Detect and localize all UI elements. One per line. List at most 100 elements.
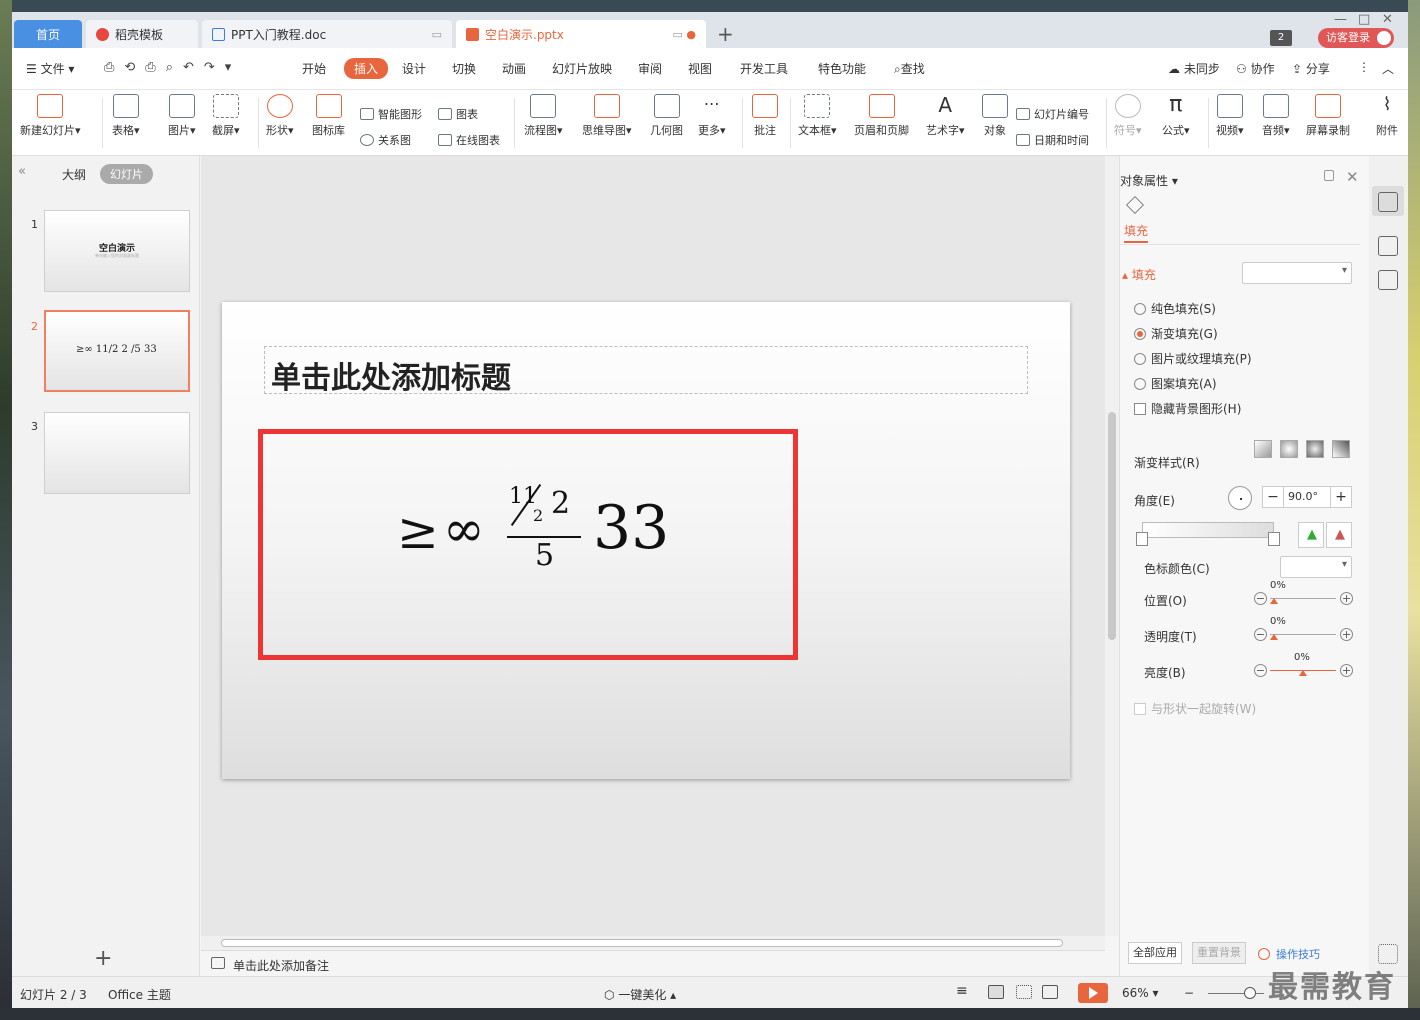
formula-object[interactable]: ≥ ∞ 11 2 2 5 33: [258, 429, 798, 660]
fill-section-header[interactable]: ▴ 填充: [1122, 266, 1156, 283]
tab-outline[interactable]: 大纲: [62, 166, 86, 183]
slide-thumbnail-1[interactable]: 空白演示 单击输入您的封面副标题: [44, 210, 190, 292]
delete-stop-button[interactable]: ▲: [1326, 522, 1352, 548]
menu-design[interactable]: 设计: [402, 60, 426, 77]
tab-writer-doc[interactable]: PPT入门教程.doc ▭: [202, 20, 452, 48]
radio-pattern-fill[interactable]: 图案填充(A): [1134, 375, 1217, 392]
menu-developer[interactable]: 开发工具: [740, 60, 788, 77]
slider-thumb[interactable]: [1299, 670, 1307, 676]
scroll-thumb[interactable]: [221, 939, 1063, 947]
minus-icon[interactable]: −: [1254, 664, 1267, 677]
formula-button[interactable]: π 公式▾: [1162, 94, 1190, 138]
datetime-button[interactable]: 日期和时间: [1016, 132, 1089, 148]
fill-color-dropdown[interactable]: [1242, 262, 1352, 284]
plus-icon[interactable]: +: [1340, 664, 1353, 677]
minus-icon[interactable]: −: [1254, 628, 1267, 641]
wordart-button[interactable]: A 艺术字▾: [926, 94, 965, 138]
comment-button[interactable]: 批注: [752, 94, 778, 138]
notes-toggle-icon[interactable]: ≡: [956, 984, 972, 999]
tab-home[interactable]: 首页: [14, 20, 82, 48]
object-button[interactable]: 对象: [982, 94, 1008, 138]
collab-button[interactable]: ⚇ 协作: [1236, 60, 1275, 77]
settings-sliders-icon[interactable]: [1378, 192, 1398, 212]
add-stop-button[interactable]: ▲: [1298, 522, 1324, 548]
scroll-thumb[interactable]: [1108, 412, 1116, 640]
gradient-stop-start[interactable]: [1136, 532, 1148, 546]
collapse-pane-icon[interactable]: «: [18, 164, 26, 179]
header-footer-button[interactable]: 页眉和页脚: [854, 94, 909, 138]
new-tab-icon[interactable]: +: [717, 24, 734, 44]
menu-animation[interactable]: 动画: [502, 60, 526, 77]
horizontal-scrollbar[interactable]: [201, 936, 1105, 950]
picture-button[interactable]: 图片▾: [168, 94, 196, 138]
online-chart-button[interactable]: 在线图表: [438, 132, 500, 148]
menu-slideshow[interactable]: 幻灯片放映: [552, 60, 612, 77]
attachment-button[interactable]: ⌇ 附件: [1374, 94, 1400, 138]
audio-button[interactable]: 音频▾: [1262, 94, 1290, 138]
brightness-slider[interactable]: − 0% +: [1254, 652, 1354, 681]
window-count-badge[interactable]: 2: [1270, 30, 1292, 46]
menu-insert[interactable]: 插入: [344, 58, 389, 79]
slider-thumb[interactable]: [1270, 634, 1278, 640]
share-button[interactable]: ⇪ 分享: [1292, 60, 1330, 77]
increment-icon[interactable]: +: [1331, 489, 1351, 505]
screenshot-button[interactable]: 截屏▾: [212, 94, 240, 138]
monitor-icon[interactable]: ▭: [432, 28, 442, 41]
radio-solid-fill[interactable]: 纯色填充(S): [1134, 300, 1216, 317]
gradient-radial-option[interactable]: [1280, 440, 1298, 458]
slide-sorter-icon[interactable]: [1016, 985, 1032, 999]
search-menu[interactable]: ⌕查找: [894, 60, 925, 77]
copy-icon[interactable]: [1378, 270, 1398, 290]
radio-picture-fill[interactable]: 图片或纹理填充(P): [1134, 350, 1252, 367]
apps-grid-icon[interactable]: [1378, 944, 1398, 964]
tab-slides[interactable]: 幻灯片: [100, 164, 153, 184]
maximize-icon[interactable]: □: [1358, 12, 1370, 27]
menu-review[interactable]: 审阅: [638, 60, 662, 77]
flowchart-button[interactable]: 流程图▾: [524, 94, 563, 138]
notes-area[interactable]: 单击此处添加备注: [201, 950, 1105, 976]
geometry-button[interactable]: 几何图: [650, 94, 683, 138]
menu-transition[interactable]: 切换: [452, 60, 476, 77]
smart-shape-button[interactable]: 智能图形: [360, 106, 422, 122]
textbox-button[interactable]: 文本框▾: [798, 94, 837, 138]
plus-icon[interactable]: +: [1340, 628, 1353, 641]
symbol-button[interactable]: 符号▾: [1114, 94, 1142, 138]
radio-gradient-fill[interactable]: 渐变填充(G): [1134, 325, 1218, 342]
theme-name[interactable]: Office 主题: [108, 986, 171, 1003]
slide-thumbnail-3[interactable]: [44, 412, 190, 494]
normal-view-icon[interactable]: [988, 985, 1004, 999]
position-slider[interactable]: − 0% +: [1254, 580, 1354, 609]
menu-view[interactable]: 视图: [688, 60, 712, 77]
slide-number-button[interactable]: 幻灯片编号: [1016, 106, 1089, 122]
slider-thumb[interactable]: [1270, 598, 1278, 604]
hide-background-checkbox[interactable]: 隐藏背景图形(H): [1134, 400, 1241, 417]
zoom-slider-thumb[interactable]: [1244, 987, 1256, 999]
minus-icon[interactable]: −: [1254, 592, 1267, 605]
gradient-linear-option[interactable]: [1254, 440, 1272, 458]
relation-chart-button[interactable]: 关系图: [360, 132, 411, 148]
close-icon[interactable]: ✕: [1382, 12, 1393, 27]
menu-start[interactable]: 开始: [302, 60, 326, 77]
vertical-scrollbar[interactable]: [1105, 156, 1119, 936]
mindmap-button[interactable]: 思维导图▾: [582, 94, 632, 138]
more-options-icon[interactable]: ⋮: [1358, 60, 1370, 74]
slide-2[interactable]: 单击此处添加标题 ≥ ∞ 11 2 2 5 33: [222, 302, 1070, 779]
guest-login-button[interactable]: 访客登录: [1318, 28, 1394, 48]
new-slide-button[interactable]: 新建幻灯片▾: [20, 94, 81, 138]
shape-button[interactable]: 形状▾: [266, 94, 294, 138]
angle-dial[interactable]: [1228, 486, 1252, 510]
title-placeholder[interactable]: 单击此处添加标题: [264, 346, 1028, 396]
play-slideshow-button[interactable]: [1078, 983, 1108, 1003]
monitor-icon[interactable]: ▭ ●: [673, 28, 697, 41]
screen-record-button[interactable]: 屏幕录制: [1306, 94, 1350, 138]
add-slide-icon[interactable]: +: [94, 946, 112, 971]
beautify-button[interactable]: ⬡ 一键美化 ▴: [604, 986, 676, 1003]
sync-status[interactable]: ☁ 未同步: [1168, 60, 1220, 77]
collapse-ribbon-icon[interactable]: ︿: [1382, 60, 1394, 77]
reset-background-button[interactable]: 重置背景: [1192, 942, 1246, 964]
gradient-path-option[interactable]: [1332, 440, 1350, 458]
chart-button[interactable]: 图表: [438, 106, 478, 122]
tab-presentation[interactable]: 空白演示.pptx ▭ ●: [456, 20, 706, 48]
more-button[interactable]: ⋯ 更多▾: [698, 94, 726, 138]
minimize-icon[interactable]: —: [1334, 12, 1347, 27]
